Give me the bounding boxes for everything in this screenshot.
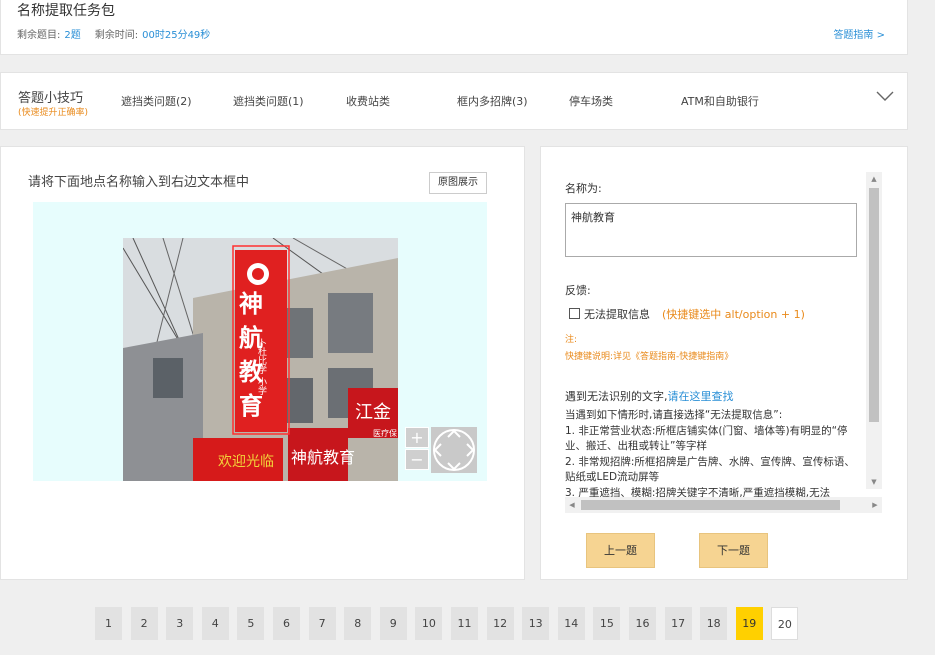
zoom-out-button[interactable]: −	[405, 449, 429, 470]
answer-form: 名称为: 神航教育 反馈: 无法提取信息 (快捷键选中 alt/option +…	[557, 172, 865, 514]
unable-label[interactable]: 无法提取信息	[584, 306, 650, 322]
instruction-text: 请将下面地点名称输入到右边文本框中	[28, 175, 250, 190]
tips-subtitle: (快速提升正确率)	[18, 108, 89, 118]
next-question-button[interactable]: 下一题	[699, 533, 768, 568]
tips-title: 答题小技巧	[18, 91, 84, 106]
page-title: 名称提取任务包	[17, 3, 115, 19]
tip-tab-toll-station[interactable]: 收费站类	[346, 93, 390, 109]
scroll-up-icon[interactable]: ▲	[866, 172, 882, 186]
page-button[interactable]: 6	[273, 607, 300, 640]
guide-link[interactable]: 答题指南 >	[833, 26, 885, 41]
task-header: 名称提取任务包 剩余题目: 2题 剩余时间: 00时25分49秒 答题指南 >	[0, 0, 908, 55]
chevron-down-icon[interactable]	[876, 89, 894, 103]
unknown-text-prefix: 遇到无法识别的文字,	[565, 390, 668, 403]
para-line: 1. 非正常营业状态:所框店铺实体(门窗、墙体等)有明显的“停业、搬迁、出租或转…	[565, 424, 848, 453]
page-button[interactable]: 8	[344, 607, 372, 640]
name-input[interactable]: 神航教育	[565, 203, 857, 257]
tip-tab-atm[interactable]: ATM和自助银行	[681, 93, 759, 109]
page-button[interactable]: 5	[237, 607, 265, 640]
prev-question-button[interactable]: 上一题	[586, 533, 655, 568]
zoom-in-button[interactable]: +	[405, 427, 429, 448]
unable-shortcut-hint: (快捷键选中 alt/option + 1)	[662, 308, 805, 321]
vertical-scroll-thumb[interactable]	[869, 188, 879, 422]
svg-text:育: 育	[239, 392, 263, 420]
page-button-current[interactable]: 19	[735, 607, 763, 640]
unable-checkbox[interactable]	[569, 308, 580, 319]
pan-control[interactable]	[431, 427, 477, 473]
horizontal-scroll-thumb[interactable]	[581, 500, 840, 510]
remaining-label: 剩余题目:	[17, 30, 61, 41]
note-label: 注:	[565, 335, 578, 345]
unknown-text-link[interactable]: 请在这里查找	[668, 390, 734, 403]
horizontal-scrollbar[interactable]: ◀ ▶	[565, 497, 882, 513]
page-button[interactable]: 11	[451, 607, 478, 640]
page-button[interactable]: 2	[130, 607, 158, 640]
page-button[interactable]: 9	[379, 607, 407, 640]
vertical-scrollbar[interactable]: ▲ ▼	[866, 172, 882, 489]
page-button[interactable]: 13	[522, 607, 550, 640]
page-button[interactable]: 4	[201, 607, 229, 640]
unknown-text-line: 遇到无法识别的文字,请在这里查找	[565, 388, 734, 404]
scroll-left-icon[interactable]: ◀	[565, 497, 579, 513]
scroll-right-icon[interactable]: ▶	[868, 497, 882, 513]
pan-arrows-icon	[433, 429, 475, 471]
feedback-label: 反馈:	[565, 284, 591, 297]
shortcut-note: 快捷键说明:详见《答题指南-快捷键指南》	[565, 352, 734, 362]
task-meta: 剩余题目: 2题 剩余时间: 00时25分49秒	[17, 26, 224, 41]
page-button[interactable]: 18	[700, 607, 728, 640]
page-button[interactable]: 20	[771, 607, 799, 640]
page-button[interactable]: 16	[629, 607, 656, 640]
lower-left-sign: 欢迎光临	[218, 454, 274, 470]
remaining-value: 2题	[64, 30, 81, 41]
original-image-button[interactable]: 原图展示	[429, 172, 487, 194]
page-button[interactable]: 7	[308, 607, 336, 640]
svg-text:航: 航	[239, 324, 263, 352]
lower-sign: 神航教育	[291, 448, 355, 467]
svg-text:神: 神	[239, 290, 263, 318]
page-button[interactable]: 17	[664, 607, 692, 640]
instructions-paragraph: 当遇到如下情形时,请直接选择“无法提取信息”: 1. 非正常营业状态:所框店铺实…	[565, 408, 861, 501]
side-sign-1: 江金	[355, 402, 391, 423]
tip-tab-multi-sign[interactable]: 框内多招牌(3)	[457, 93, 528, 109]
time-label: 剩余时间:	[94, 30, 139, 41]
para-line: 当遇到如下情形时,请直接选择“无法提取信息”:	[565, 409, 783, 421]
page-button[interactable]: 14	[557, 607, 585, 640]
answer-panel: 名称为: 神航教育 反馈: 无法提取信息 (快捷键选中 alt/option +…	[540, 146, 908, 580]
tip-tab-occlusion-2[interactable]: 遮挡类问题(2)	[121, 93, 192, 109]
page-button[interactable]: 10	[415, 607, 443, 640]
page-button[interactable]: 1	[95, 607, 122, 640]
image-panel: 请将下面地点名称输入到右边文本框中 原图展示 江金 医疗保 神航教育 欢迎光临 …	[0, 146, 525, 580]
svg-text:教: 教	[239, 358, 264, 386]
street-photo: 江金 医疗保 神航教育 欢迎光临 卜杜比学 小学 神 航 教 育	[123, 238, 398, 481]
page-button[interactable]: 12	[486, 607, 514, 640]
tip-tab-parking[interactable]: 停车场类	[569, 93, 613, 109]
para-line: 2. 非常规招牌:所框招牌是广告牌、水牌、宣传牌、宣传标语、贴纸或LED流动屏等	[565, 455, 855, 484]
scroll-down-icon[interactable]: ▼	[866, 475, 882, 489]
page-button[interactable]: 15	[593, 607, 621, 640]
name-label: 名称为:	[565, 182, 602, 195]
image-viewer[interactable]: 江金 医疗保 神航教育 欢迎光临 卜杜比学 小学 神 航 教 育 + −	[33, 202, 487, 481]
tips-bar: 答题小技巧 (快速提升正确率) 遮挡类问题(2) 遮挡类问题(1) 收费站类 框…	[0, 72, 908, 130]
time-value: 00时25分49秒	[142, 30, 211, 41]
page-button[interactable]: 3	[166, 607, 194, 640]
side-sign-2: 医疗保	[373, 428, 397, 438]
tip-tab-occlusion-1[interactable]: 遮挡类问题(1)	[233, 93, 304, 109]
